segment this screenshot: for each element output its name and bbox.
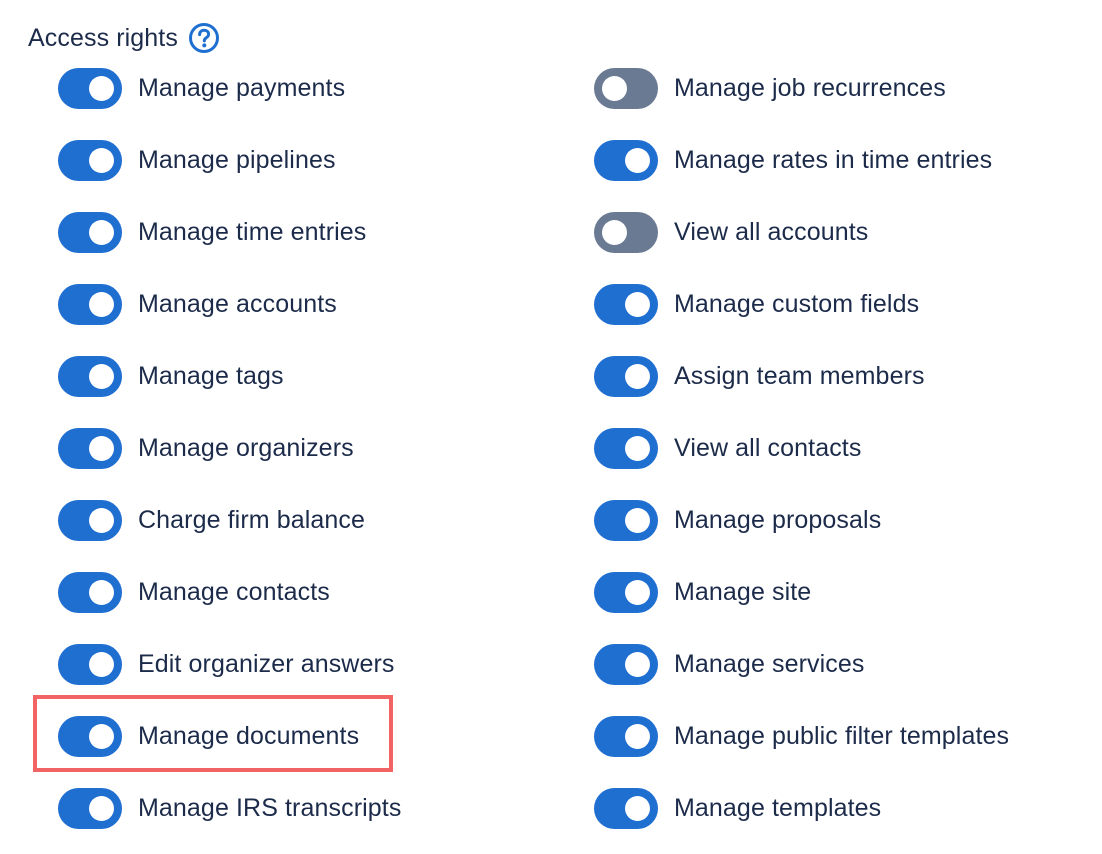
toggle-manage-rates-in-time-entries[interactable] [594,140,658,181]
toggle-knob [89,148,114,173]
permission-label: Manage proposals [674,506,882,534]
access-rights-header: Access rights [28,21,220,55]
permission-row-manage-proposals: Manage proposals [594,500,1009,541]
permission-label: Manage services [674,650,865,678]
permission-label: Manage payments [138,74,346,102]
permission-label: Manage tags [138,362,284,390]
permission-label: Manage rates in time entries [674,146,993,174]
toggle-edit-organizer-answers[interactable] [58,644,122,685]
toggle-knob [89,364,114,389]
permission-label: View all accounts [674,218,869,246]
toggle-assign-team-members[interactable] [594,356,658,397]
permission-row-manage-contacts: Manage contacts [58,572,401,613]
permission-row-view-all-accounts: View all accounts [594,212,1009,253]
toggle-manage-payments[interactable] [58,68,122,109]
toggle-manage-job-recurrences[interactable] [594,68,658,109]
toggle-manage-accounts[interactable] [58,284,122,325]
toggle-knob [89,796,114,821]
toggle-manage-time-entries[interactable] [58,212,122,253]
toggle-knob [625,292,650,317]
permission-row-manage-site: Manage site [594,572,1009,613]
toggle-charge-firm-balance[interactable] [58,500,122,541]
toggle-knob [625,148,650,173]
toggle-knob [602,76,627,101]
permission-row-edit-organizer-answers: Edit organizer answers [58,644,401,685]
permission-row-view-all-contacts: View all contacts [594,428,1009,469]
permission-row-manage-irs-transcripts: Manage IRS transcripts [58,788,401,829]
section-title: Access rights [28,23,178,52]
toggle-knob [625,508,650,533]
toggle-knob [89,508,114,533]
toggle-manage-contacts[interactable] [58,572,122,613]
toggle-knob [625,796,650,821]
toggle-knob [625,364,650,389]
permission-row-manage-public-filter-templates: Manage public filter templates [594,716,1009,757]
toggle-manage-irs-transcripts[interactable] [58,788,122,829]
toggle-manage-custom-fields[interactable] [594,284,658,325]
toggle-manage-tags[interactable] [58,356,122,397]
permission-row-manage-services: Manage services [594,644,1009,685]
permission-row-manage-accounts: Manage accounts [58,284,401,325]
toggle-view-all-accounts[interactable] [594,212,658,253]
permission-row-manage-job-recurrences: Manage job recurrences [594,68,1009,109]
permission-label: Manage site [674,578,812,606]
permission-label: Manage contacts [138,578,330,606]
permission-row-manage-pipelines: Manage pipelines [58,140,401,181]
toggle-knob [625,652,650,677]
permission-label: Manage time entries [138,218,367,246]
permission-row-manage-time-entries: Manage time entries [58,212,401,253]
permission-label: Manage templates [674,794,882,822]
permission-row-manage-templates: Manage templates [594,788,1009,829]
toggle-manage-public-filter-templates[interactable] [594,716,658,757]
permission-row-charge-firm-balance: Charge firm balance [58,500,401,541]
permission-row-manage-tags: Manage tags [58,356,401,397]
toggle-view-all-contacts[interactable] [594,428,658,469]
toggle-manage-pipelines[interactable] [58,140,122,181]
toggle-knob [89,724,114,749]
permission-label: Charge firm balance [138,506,366,534]
permission-label: Manage organizers [138,434,354,462]
toggle-knob [89,580,114,605]
toggle-manage-documents[interactable] [58,716,122,757]
toggle-knob [89,652,114,677]
permission-label: Manage job recurrences [674,74,946,102]
toggle-knob [602,220,627,245]
permission-label: Manage custom fields [674,290,920,318]
toggle-knob [89,436,114,461]
permission-label: Manage documents [138,722,360,750]
permission-row-manage-organizers: Manage organizers [58,428,401,469]
toggle-knob [89,220,114,245]
permission-row-manage-rates-in-time-entries: Manage rates in time entries [594,140,1009,181]
toggle-manage-proposals[interactable] [594,500,658,541]
question-circle-icon[interactable] [188,22,220,54]
toggle-knob [625,724,650,749]
permission-label: Manage IRS transcripts [138,794,402,822]
permission-label: Edit organizer answers [138,650,395,678]
permission-row-assign-team-members: Assign team members [594,356,1009,397]
toggle-knob [89,76,114,101]
toggle-manage-organizers[interactable] [58,428,122,469]
toggle-manage-services[interactable] [594,644,658,685]
permissions-left-column: Manage payments Manage pipelines Manage ti… [58,68,401,829]
toggle-knob [89,292,114,317]
permission-label: Manage pipelines [138,146,336,174]
toggle-knob [625,580,650,605]
permission-label: Manage accounts [138,290,337,318]
permission-label: Manage public filter templates [674,722,1010,750]
permission-row-manage-payments: Manage payments [58,68,401,109]
permission-label: View all contacts [674,434,862,462]
permission-row-manage-documents: Manage documents [58,716,401,757]
toggle-manage-templates[interactable] [594,788,658,829]
permission-label: Assign team members [674,362,925,390]
permissions-right-column: Manage job recurrences Manage rates in ti… [594,68,1009,829]
toggle-knob [625,436,650,461]
permission-row-manage-custom-fields: Manage custom fields [594,284,1009,325]
toggle-manage-site[interactable] [594,572,658,613]
